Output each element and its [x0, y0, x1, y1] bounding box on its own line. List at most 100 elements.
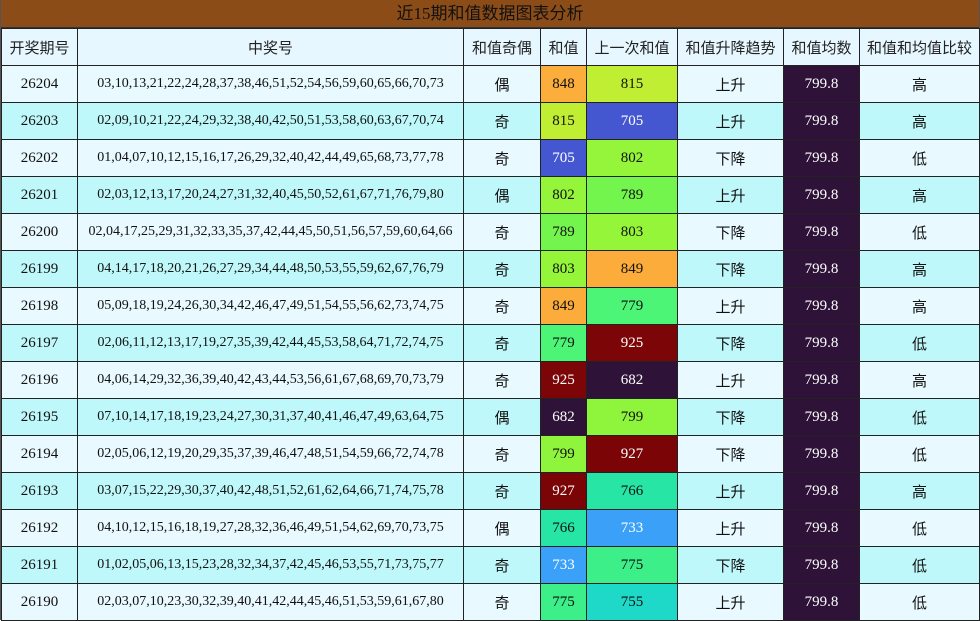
prev-sum-cell: 775	[586, 546, 678, 584]
average-cell: 799.8	[783, 176, 860, 214]
sum-cell: 849	[540, 287, 587, 325]
winning-numbers-cell: 02,06,11,12,13,17,19,27,35,39,42,44,45,5…	[77, 324, 464, 362]
prev-sum-cell: 815	[586, 65, 678, 103]
compare-cell: 高	[859, 102, 980, 140]
table-row: 26196 04,06,14,29,32,36,39,40,42,43,44,53…	[1, 361, 980, 399]
parity-cell: 奇	[463, 472, 541, 510]
prev-sum-cell: 705	[586, 102, 678, 140]
parity-cell: 奇	[463, 250, 541, 288]
sum-cell: 803	[540, 250, 587, 288]
average-cell: 799.8	[783, 324, 860, 362]
average-cell: 799.8	[783, 361, 860, 399]
header-trend: 和值升降趋势	[677, 28, 784, 66]
average-cell: 799.8	[783, 546, 860, 584]
compare-cell: 高	[859, 361, 980, 399]
issue-cell: 26194	[1, 435, 78, 473]
average-cell: 799.8	[783, 139, 860, 177]
table-row: 26191 01,02,05,06,13,15,23,28,32,34,37,42…	[1, 546, 980, 584]
table-row: 26199 04,14,17,18,20,21,26,27,29,34,44,48…	[1, 250, 980, 288]
prev-sum-cell: 766	[586, 472, 678, 510]
issue-cell: 26198	[1, 287, 78, 325]
table-row: 26202 01,04,07,10,12,15,16,17,26,29,32,40…	[1, 139, 980, 177]
table-row: 26201 02,03,12,13,17,20,24,27,31,32,40,45…	[1, 176, 980, 214]
sum-cell: 799	[540, 435, 587, 473]
header-issue: 开奖期号	[1, 28, 78, 66]
compare-cell: 高	[859, 287, 980, 325]
prev-sum-cell: 779	[586, 287, 678, 325]
average-cell: 799.8	[783, 213, 860, 251]
parity-cell: 奇	[463, 139, 541, 177]
winning-numbers-cell: 07,10,14,17,18,19,23,24,27,30,31,37,40,4…	[77, 398, 464, 436]
compare-cell: 低	[859, 435, 980, 473]
compare-cell: 低	[859, 546, 980, 584]
compare-cell: 低	[859, 583, 980, 621]
winning-numbers-cell: 02,05,06,12,19,20,29,35,37,39,46,47,48,5…	[77, 435, 464, 473]
parity-cell: 奇	[463, 435, 541, 473]
average-cell: 799.8	[783, 472, 860, 510]
issue-cell: 26200	[1, 213, 78, 251]
parity-cell: 奇	[463, 213, 541, 251]
table-row: 26195 07,10,14,17,18,19,23,24,27,30,31,37…	[1, 398, 980, 436]
issue-cell: 26201	[1, 176, 78, 214]
prev-sum-cell: 925	[586, 324, 678, 362]
prev-sum-cell: 733	[586, 509, 678, 547]
trend-cell: 下降	[677, 324, 784, 362]
compare-cell: 高	[859, 250, 980, 288]
compare-cell: 高	[859, 176, 980, 214]
winning-numbers-cell: 03,10,13,21,22,24,28,37,38,46,51,52,54,5…	[77, 65, 464, 103]
issue-cell: 26193	[1, 472, 78, 510]
compare-cell: 高	[859, 65, 980, 103]
parity-cell: 奇	[463, 583, 541, 621]
prev-sum-cell: 789	[586, 176, 678, 214]
table-row: 26194 02,05,06,12,19,20,29,35,37,39,46,47…	[1, 435, 980, 473]
issue-cell: 26192	[1, 509, 78, 547]
prev-sum-cell: 802	[586, 139, 678, 177]
issue-cell: 26195	[1, 398, 78, 436]
analysis-panel: 近15期和值数据图表分析 开奖期号 中奖号 和值奇偶 和值 上一次和值 和值升降…	[0, 0, 980, 621]
table-row: 26203 02,09,10,21,22,24,29,32,38,40,42,50…	[1, 102, 980, 140]
issue-cell: 26199	[1, 250, 78, 288]
issue-cell: 26204	[1, 65, 78, 103]
winning-numbers-cell: 02,03,12,13,17,20,24,27,31,32,40,45,50,5…	[77, 176, 464, 214]
sum-cell: 848	[540, 65, 587, 103]
sum-cell: 705	[540, 139, 587, 177]
compare-cell: 低	[859, 398, 980, 436]
table-row: 26192 04,10,12,15,16,18,19,27,28,32,36,46…	[1, 509, 980, 547]
average-cell: 799.8	[783, 509, 860, 547]
issue-cell: 26197	[1, 324, 78, 362]
issue-cell: 26196	[1, 361, 78, 399]
winning-numbers-cell: 01,02,05,06,13,15,23,28,32,34,37,42,45,4…	[77, 546, 464, 584]
table-title: 近15期和值数据图表分析	[1, 0, 979, 28]
prev-sum-cell: 849	[586, 250, 678, 288]
sum-cell: 766	[540, 509, 587, 547]
trend-cell: 下降	[677, 546, 784, 584]
header-prev-sum: 上一次和值	[586, 28, 678, 66]
winning-numbers-cell: 03,07,15,22,29,30,37,40,42,48,51,52,61,6…	[77, 472, 464, 510]
trend-cell: 上升	[677, 583, 784, 621]
trend-cell: 下降	[677, 213, 784, 251]
table-row: 26204 03,10,13,21,22,24,28,37,38,46,51,52…	[1, 65, 980, 103]
compare-cell: 低	[859, 324, 980, 362]
table-row: 26198 05,09,18,19,24,26,30,34,42,46,47,49…	[1, 287, 980, 325]
header-sum: 和值	[540, 28, 587, 66]
average-cell: 799.8	[783, 583, 860, 621]
winning-numbers-cell: 04,06,14,29,32,36,39,40,42,43,44,53,56,6…	[77, 361, 464, 399]
table-row: 26197 02,06,11,12,13,17,19,27,35,39,42,44…	[1, 324, 980, 362]
winning-numbers-cell: 02,09,10,21,22,24,29,32,38,40,42,50,51,5…	[77, 102, 464, 140]
table-row: 26200 02,04,17,25,29,31,32,33,35,37,42,44…	[1, 213, 980, 251]
sum-cell: 927	[540, 472, 587, 510]
parity-cell: 偶	[463, 65, 541, 103]
winning-numbers-cell: 01,04,07,10,12,15,16,17,26,29,32,40,42,4…	[77, 139, 464, 177]
parity-cell: 偶	[463, 176, 541, 214]
trend-cell: 上升	[677, 287, 784, 325]
parity-cell: 奇	[463, 287, 541, 325]
sum-analysis-table: 开奖期号 中奖号 和值奇偶 和值 上一次和值 和值升降趋势 和值均数 和值和均值…	[1, 28, 980, 621]
sum-cell: 925	[540, 361, 587, 399]
parity-cell: 奇	[463, 102, 541, 140]
average-cell: 799.8	[783, 250, 860, 288]
sum-cell: 789	[540, 213, 587, 251]
average-cell: 799.8	[783, 287, 860, 325]
winning-numbers-cell: 05,09,18,19,24,26,30,34,42,46,47,49,51,5…	[77, 287, 464, 325]
header-compare: 和值和均值比较	[859, 28, 980, 66]
prev-sum-cell: 755	[586, 583, 678, 621]
